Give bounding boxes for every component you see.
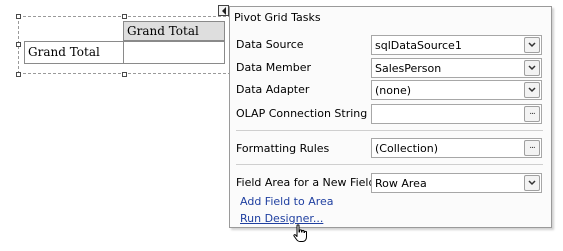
data-member-label: Data Member	[236, 61, 312, 74]
grand-total-row-header[interactable]: Grand Total	[24, 41, 124, 64]
formatting-rules-ellipsis-button[interactable]: ...	[524, 140, 540, 156]
resize-handle-bottom-middle[interactable]	[122, 72, 127, 77]
data-member-dropdown[interactable]: SalesPerson	[371, 58, 542, 78]
data-adapter-value: (none)	[375, 84, 412, 97]
resize-handle-bottom-left[interactable]	[16, 72, 21, 77]
data-adapter-label: Data Adapter	[236, 83, 310, 96]
grand-total-column-header[interactable]: Grand Total	[123, 21, 225, 41]
resize-handle-top-left[interactable]	[16, 14, 21, 19]
data-source-dropdown[interactable]: sqlDataSource1	[371, 35, 542, 55]
panel-title: Pivot Grid Tasks	[234, 11, 321, 24]
field-area-value: Row Area	[375, 177, 427, 190]
formatting-rules-label: Formatting Rules	[236, 142, 330, 155]
data-adapter-dropdown[interactable]: (none)	[371, 80, 542, 100]
separator	[236, 130, 543, 131]
chevron-down-icon	[528, 87, 536, 93]
field-area-label: Field Area for a New Field	[236, 176, 376, 189]
run-designer-link[interactable]: Run Designer...	[240, 212, 323, 225]
ellipsis-icon: ...	[529, 107, 536, 117]
resize-handle-middle-left[interactable]	[16, 42, 21, 47]
data-adapter-dropdown-button[interactable]	[524, 82, 540, 98]
data-source-label: Data Source	[236, 38, 304, 51]
smart-tag-arrow-icon	[222, 7, 226, 15]
ellipsis-icon: ...	[529, 141, 536, 151]
separator	[236, 164, 543, 165]
formatting-rules-field[interactable]: (Collection) ...	[371, 138, 542, 158]
data-source-value: sqlDataSource1	[375, 39, 462, 52]
olap-connection-ellipsis-button[interactable]: ...	[524, 106, 540, 122]
formatting-rules-value: (Collection)	[375, 142, 438, 155]
pivot-grid-tasks-panel: Pivot Grid Tasks Data Source sqlDataSour…	[229, 6, 552, 228]
field-area-dropdown-button[interactable]	[524, 175, 540, 191]
data-source-dropdown-button[interactable]	[524, 37, 540, 53]
olap-connection-string-label: OLAP Connection String	[236, 107, 368, 120]
chevron-down-icon	[528, 42, 536, 48]
hand-pointer-icon	[293, 224, 307, 242]
smart-tag-button[interactable]	[218, 5, 229, 16]
add-field-to-area-link[interactable]: Add Field to Area	[240, 195, 334, 208]
data-member-dropdown-button[interactable]	[524, 60, 540, 76]
field-area-dropdown[interactable]: Row Area	[371, 173, 542, 193]
resize-handle-top-middle[interactable]	[122, 14, 127, 19]
chevron-down-icon	[528, 65, 536, 71]
olap-connection-string-field[interactable]: ...	[371, 104, 542, 124]
grand-total-value-cell[interactable]	[123, 41, 225, 64]
chevron-down-icon	[528, 180, 536, 186]
data-member-value: SalesPerson	[375, 62, 442, 75]
